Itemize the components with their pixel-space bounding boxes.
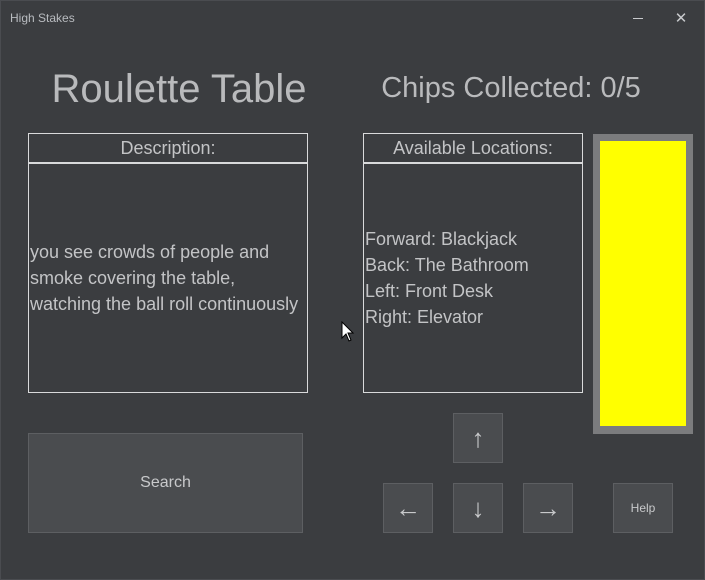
window-title: High Stakes (10, 11, 75, 25)
app-window: High Stakes ✕ Roulette Table Chips Colle… (0, 0, 705, 580)
description-panel: Description: you see crowds of people an… (28, 133, 308, 393)
chips-collected-label: Chips Collected: 0/5 (381, 72, 641, 104)
locations-body: Forward: Blackjack Back: The Bathroom Le… (364, 164, 582, 392)
locations-list: Forward: Blackjack Back: The Bathroom Le… (364, 226, 529, 330)
locations-header: Available Locations: (364, 134, 582, 164)
description-text: you see crowds of people and smoke cover… (30, 242, 299, 314)
description-body: you see crowds of people and smoke cover… (29, 164, 307, 392)
move-down-button[interactable]: ↓ (453, 483, 503, 533)
location-item-back: Back: The Bathroom (365, 255, 529, 275)
title-bar: High Stakes ✕ (1, 1, 704, 35)
location-title: Roulette Table (51, 67, 307, 111)
close-icon: ✕ (674, 10, 688, 27)
move-right-button[interactable]: → (523, 483, 573, 533)
minimize-icon (633, 17, 643, 19)
help-button[interactable]: Help (613, 483, 673, 533)
description-header: Description: (29, 134, 307, 164)
chip-indicator-frame (593, 134, 693, 434)
close-button[interactable]: ✕ (658, 1, 704, 35)
location-item-forward: Forward: Blackjack (365, 229, 518, 249)
chip-indicator (600, 141, 686, 426)
move-up-button[interactable]: ↑ (453, 413, 503, 463)
location-item-right: Right: Elevator (365, 307, 484, 327)
mouse-pointer-icon (341, 321, 355, 342)
minimize-button[interactable] (615, 1, 661, 35)
location-item-left: Left: Front Desk (365, 281, 494, 301)
search-button[interactable]: Search (28, 433, 303, 533)
locations-panel: Available Locations: Forward: Blackjack … (363, 133, 583, 393)
move-left-button[interactable]: ← (383, 483, 433, 533)
